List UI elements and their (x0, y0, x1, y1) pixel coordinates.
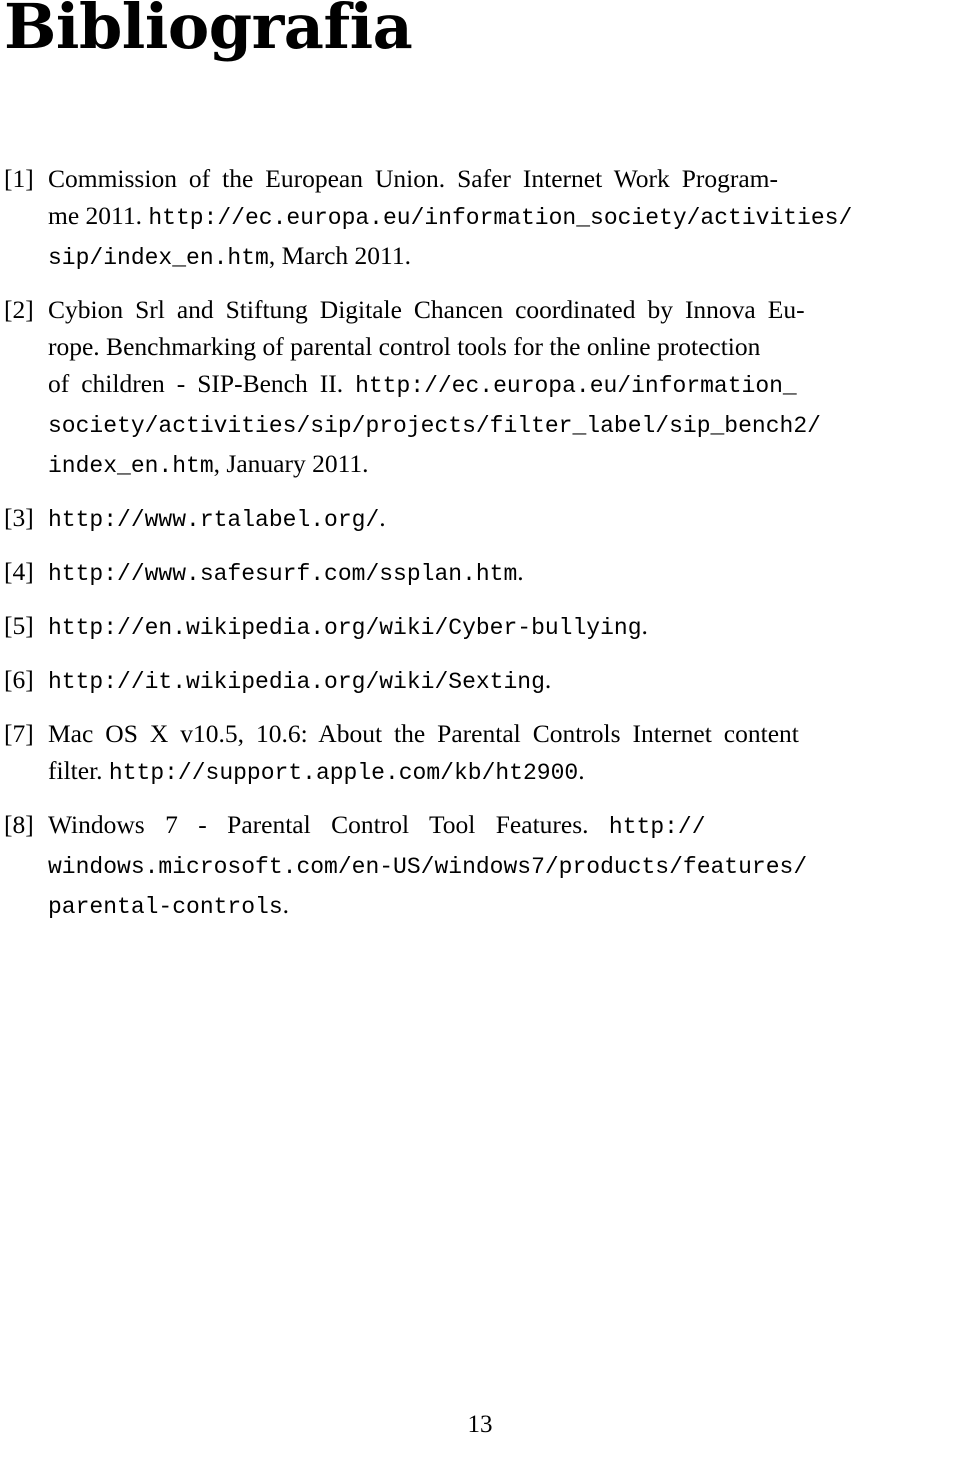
reference-text: http://www.safesurf.com/ssplan.htm. (48, 553, 956, 593)
reference-url: http://ec.europa.eu/information_ (355, 373, 797, 399)
reference-line: parental-controls. (48, 886, 956, 926)
page-number: 13 (467, 1411, 493, 1438)
reference-url: http:// (608, 814, 706, 840)
reference-label: [2] (4, 295, 34, 324)
reference-prose: . (517, 557, 524, 586)
reference-url: http://www.rtalabel.org/ (48, 507, 380, 533)
reference-line: Commission of the European Union. Safer … (48, 160, 956, 197)
reference-entry: [4] http://www.safesurf.com/ssplan.htm. (4, 553, 956, 593)
reference-url: http://en.wikipedia.org/wiki/Cyber-bully… (48, 615, 642, 641)
reference-entry: [2] Cybion Srl and Stiftung Digitale Chan… (4, 291, 956, 485)
reference-line: society/activities/sip/projects/filter_l… (48, 405, 956, 445)
reference-url: index_en.htm (48, 453, 214, 479)
reference-prose: filter. (48, 756, 109, 785)
reference-prose: . (379, 503, 386, 532)
reference-prose: rope. Benchmarking of parental control t… (48, 332, 761, 361)
reference-text: http://www.rtalabel.org/. (48, 499, 956, 539)
bibliography-list: [1] Commission of the European Union. Saf… (4, 160, 956, 926)
reference-entry: [1] Commission of the European Union. Saf… (4, 160, 956, 277)
reference-prose: , January 2011. (213, 449, 369, 478)
reference-label: [4] (4, 557, 34, 586)
reference-line: windows.microsoft.com/en-US/windows7/pro… (48, 846, 956, 886)
document-page: Bibliografia [1] Commission of the Europe… (0, 0, 960, 1466)
reference-prose: me 2011. (48, 201, 149, 230)
reference-url: windows.microsoft.com/en-US/windows7/pro… (48, 854, 808, 880)
reference-entry: [5] http://en.wikipedia.org/wiki/Cyber-bu… (4, 607, 956, 647)
reference-prose: of children - SIP-Bench II. (48, 369, 356, 398)
reference-prose: . (544, 665, 552, 694)
reference-line: rope. Benchmarking of parental control t… (48, 328, 956, 365)
reference-url: http://support.apple.com/kb/ht2900 (108, 760, 579, 786)
reference-text: http://it.wikipedia.org/wiki/Sexting. (48, 661, 956, 701)
reference-line: http://www.rtalabel.org/. (48, 499, 956, 539)
reference-text: Commission of the European Union. Safer … (48, 160, 956, 277)
reference-line: sip/index_en.htm, March 2011. (48, 237, 956, 277)
reference-label: [8] (4, 810, 34, 839)
reference-url: http://ec.europa.eu/information_society/… (148, 205, 853, 231)
reference-label: [5] (4, 611, 34, 640)
reference-url: society/activities/sip/projects/filter_l… (48, 413, 821, 439)
reference-line: filter. http://support.apple.com/kb/ht29… (48, 752, 956, 792)
reference-url: http://www.safesurf.com/ssplan.htm (48, 561, 518, 587)
reference-line: Windows 7 - Parental Control Tool Featur… (48, 806, 956, 846)
reference-line: Cybion Srl and Stiftung Digitale Chancen… (48, 291, 956, 328)
reference-entry: [8] Windows 7 - Parental Control Tool Fea… (4, 806, 956, 926)
reference-label: [3] (4, 503, 34, 532)
reference-text: http://en.wikipedia.org/wiki/Cyber-bully… (48, 607, 956, 647)
reference-url: parental-controls (48, 894, 283, 920)
reference-line: http://it.wikipedia.org/wiki/Sexting. (48, 661, 956, 701)
reference-prose: . (282, 890, 290, 919)
reference-prose: Commission of the European Union. Safer … (48, 164, 779, 193)
reference-entry: [3] http://www.rtalabel.org/. (4, 499, 956, 539)
reference-url: sip/index_en.htm (48, 245, 269, 271)
reference-entry: [7] Mac OS X v10.5, 10.6: About the Paren… (4, 715, 956, 792)
reference-label: [6] (4, 665, 34, 694)
page-title: Bibliografia (4, 0, 413, 63)
reference-text: Mac OS X v10.5, 10.6: About the Parental… (48, 715, 956, 792)
reference-entry: [6] http://it.wikipedia.org/wiki/Sexting. (4, 661, 956, 701)
reference-text: Cybion Srl and Stiftung Digitale Chancen… (48, 291, 956, 485)
reference-prose: . (641, 611, 648, 640)
reference-line: http://en.wikipedia.org/wiki/Cyber-bully… (48, 607, 956, 647)
reference-line: Mac OS X v10.5, 10.6: About the Parental… (48, 715, 956, 752)
reference-label: [7] (4, 719, 34, 748)
reference-label: [1] (4, 164, 34, 193)
reference-prose: , March 2011. (268, 241, 411, 270)
reference-line: of children - SIP-Bench II. http://ec.eu… (48, 365, 956, 405)
reference-line: index_en.htm, January 2011. (48, 445, 956, 485)
reference-prose: Windows 7 - Parental Control Tool Featur… (48, 810, 609, 839)
reference-text: Windows 7 - Parental Control Tool Featur… (48, 806, 956, 926)
reference-line: http://www.safesurf.com/ssplan.htm. (48, 553, 956, 593)
reference-prose: . (578, 756, 585, 785)
reference-url: http://it.wikipedia.org/wiki/Sexting (48, 669, 545, 695)
reference-prose: Cybion Srl and Stiftung Digitale Chancen… (48, 295, 805, 324)
reference-prose: Mac OS X v10.5, 10.6: About the Parental… (48, 719, 799, 748)
reference-line: me 2011. http://ec.europa.eu/information… (48, 197, 956, 237)
